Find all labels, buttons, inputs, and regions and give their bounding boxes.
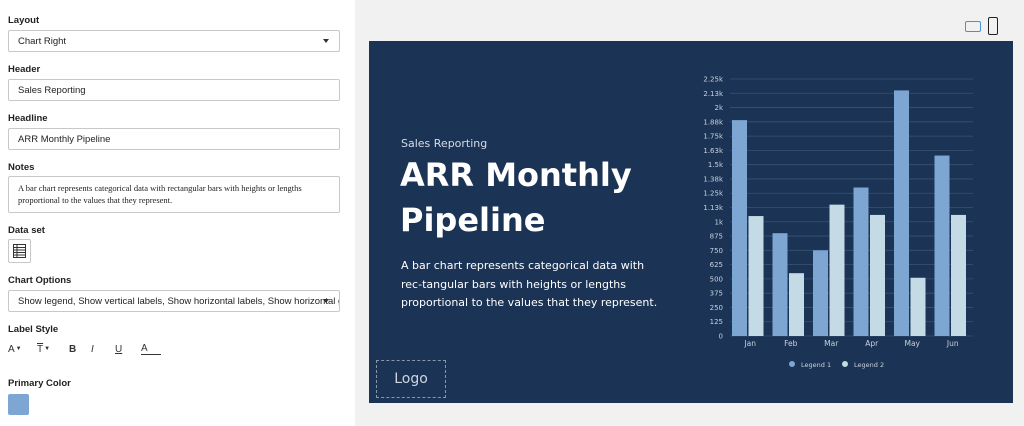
label-style-toolbar: A ▼ T ▼ B I U A — [8, 341, 161, 357]
notes-textarea[interactable]: A bar chart represents categorical data … — [8, 176, 340, 213]
font-size-button[interactable]: A ▼ — [8, 344, 30, 355]
chart-options-select[interactable]: Show legend, Show vertical labels, Show … — [8, 290, 340, 312]
chart-options-value: Show legend, Show vertical labels, Show … — [18, 295, 340, 307]
headline-input[interactable]: ARR Monthly Pipeline — [8, 128, 340, 150]
italic-button[interactable]: I — [91, 344, 115, 355]
y-tick-label: 1.25k — [703, 190, 724, 198]
y-tick-label: 0 — [719, 333, 723, 341]
layout-select-value: Chart Right — [18, 35, 67, 47]
bar — [772, 233, 788, 336]
layout-label: Layout — [8, 15, 40, 26]
y-tick-label: 2.25k — [703, 76, 724, 84]
legend-marker — [789, 361, 795, 367]
spreadsheet-icon — [13, 244, 26, 258]
text-transform-icon: T — [37, 343, 44, 355]
y-tick-label: 125 — [710, 318, 723, 326]
bar — [789, 273, 804, 336]
y-tick-label: 1.5k — [708, 161, 724, 169]
y-tick-label: 375 — [710, 290, 723, 298]
y-tick-label: 1.75k — [703, 133, 724, 141]
text-transform-button[interactable]: T ▼ — [37, 344, 69, 355]
headline-label: Headline — [8, 113, 48, 124]
settings-panel: Layout Chart Right Header Sales Reportin… — [0, 0, 355, 426]
y-tick-label: 2.13k — [703, 90, 724, 98]
y-tick-label: 2k — [714, 104, 723, 112]
x-tick-label: Apr — [865, 339, 879, 348]
bar — [853, 187, 869, 336]
text-color-button[interactable]: A — [141, 343, 161, 355]
bar — [732, 120, 747, 337]
primary-color-label: Primary Color — [8, 378, 71, 389]
header-input-value: Sales Reporting — [18, 84, 86, 96]
y-tick-label: 1.88k — [703, 118, 724, 126]
header-label: Header — [8, 64, 41, 75]
bar — [829, 204, 845, 336]
bar — [748, 216, 764, 336]
bar — [894, 90, 909, 336]
y-tick-label: 1k — [714, 218, 723, 226]
x-tick-label: Jun — [946, 339, 959, 348]
mobile-icon[interactable] — [988, 17, 998, 35]
label-style-label: Label Style — [8, 324, 59, 335]
notes-label: Notes — [8, 162, 35, 173]
header-input[interactable]: Sales Reporting — [8, 79, 340, 101]
y-tick-label: 875 — [710, 233, 723, 241]
dataset-button[interactable] — [8, 239, 31, 263]
y-tick-label: 1.63k — [703, 147, 724, 155]
bar — [951, 214, 966, 336]
x-tick-label: Feb — [784, 339, 798, 348]
bar-chart: 0 125 250 375 500 625 750 875 1k 1.13k 1.25k 1.38k 1… — [703, 76, 973, 369]
primary-color-swatch[interactable] — [8, 394, 29, 415]
bar — [813, 250, 828, 336]
desktop-icon[interactable] — [965, 21, 981, 32]
underline-button[interactable]: U — [115, 344, 141, 355]
x-tick-label: Jan — [743, 339, 756, 348]
text-color-icon: A — [141, 343, 148, 354]
italic-icon: I — [91, 343, 94, 355]
chevron-down-icon — [323, 299, 329, 303]
y-tick-label: 1.13k — [703, 204, 724, 212]
y-tick-label: 625 — [710, 261, 723, 269]
x-tick-label: Mar — [824, 339, 839, 348]
chevron-down-icon — [323, 39, 329, 43]
headline-input-value: ARR Monthly Pipeline — [18, 133, 111, 145]
legend-marker — [842, 361, 848, 367]
layout-select[interactable]: Chart Right — [8, 30, 340, 52]
underline-icon: U — [115, 343, 123, 355]
y-tick-label: 750 — [710, 247, 723, 255]
bar — [910, 277, 926, 336]
dataset-label: Data set — [8, 225, 45, 236]
x-tick-label: May — [904, 339, 920, 348]
legend-label: Legend 2 — [854, 361, 884, 369]
y-tick-label: 500 — [710, 275, 723, 283]
legend-label: Legend 1 — [801, 361, 831, 369]
y-tick-label: 250 — [710, 304, 723, 312]
bar — [934, 155, 950, 336]
bold-icon: B — [69, 343, 77, 355]
bold-button[interactable]: B — [69, 344, 91, 355]
chart-options-label: Chart Options — [8, 275, 72, 286]
font-size-icon: A — [8, 343, 15, 355]
slide-preview: Sales Reporting ARR Monthly Pipeline A b… — [369, 41, 1013, 403]
bar — [870, 214, 885, 336]
y-tick-label: 1.38k — [703, 175, 724, 183]
